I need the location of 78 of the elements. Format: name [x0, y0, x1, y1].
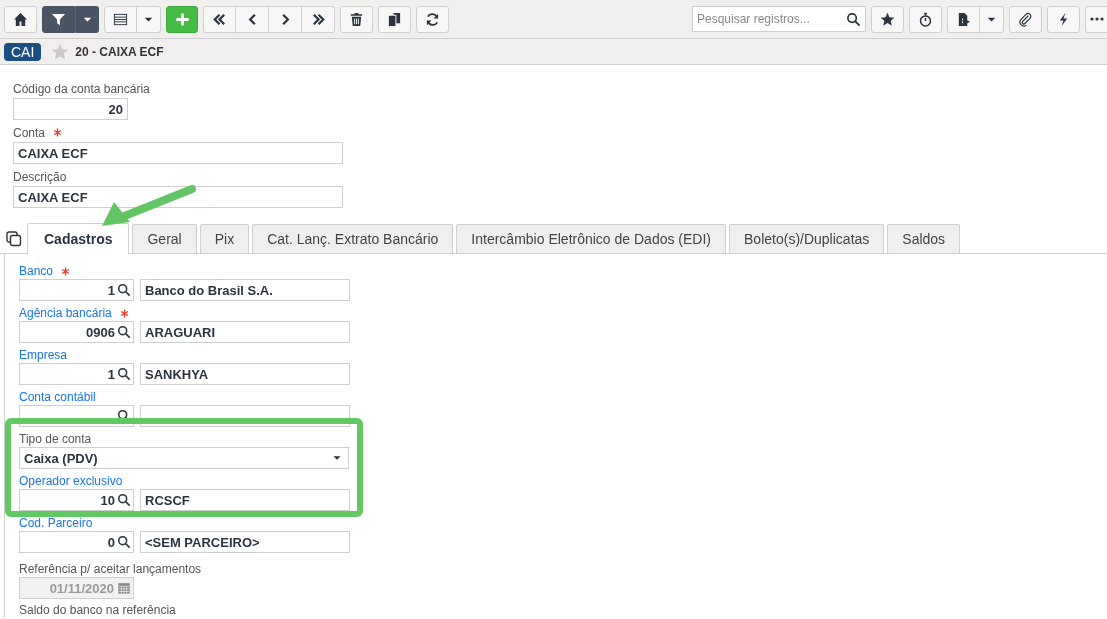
text-field[interactable]: Banco do Brasil S.A.: [140, 279, 350, 301]
field-link[interactable]: Empresa: [19, 348, 68, 362]
tab[interactable]: Boleto(s)/Duplicatas: [729, 224, 885, 253]
more-icon: [1090, 17, 1104, 21]
text-field[interactable]: 20: [13, 98, 128, 120]
field-label: Tipo de conta: [19, 432, 92, 446]
filter-button[interactable]: [42, 5, 75, 33]
code-field[interactable]: 0906: [19, 321, 134, 343]
calendar-icon: [117, 581, 131, 595]
last-record-button[interactable]: [302, 5, 335, 33]
field-link[interactable]: Conta contábil: [19, 390, 96, 404]
refresh-button[interactable]: [416, 5, 449, 33]
text-field[interactable]: RCSCF: [140, 489, 350, 511]
date-field: 01/11/2020: [19, 577, 134, 599]
duplicate-button[interactable]: [378, 5, 411, 33]
search-icon: [846, 12, 861, 27]
actions-button[interactable]: [1047, 5, 1080, 33]
plus-icon: [174, 11, 190, 27]
code-field[interactable]: 1: [19, 363, 134, 385]
code-field[interactable]: 0: [19, 531, 134, 553]
search-icon: [117, 493, 131, 507]
text-field[interactable]: <SEM PARCEIRO>: [140, 531, 350, 553]
field-label: Descrição: [13, 169, 67, 184]
copy-icon: [387, 11, 402, 27]
field-label: Saldo do banco na referência: [19, 603, 176, 617]
add-button[interactable]: [166, 5, 198, 33]
duplicate-icon: [6, 231, 22, 247]
field-link[interactable]: Operador exclusivo: [19, 474, 123, 488]
paperclip-icon: [1018, 11, 1033, 27]
double-chevron-right-icon: [310, 11, 326, 27]
code-field[interactable]: 10: [19, 489, 134, 511]
home-icon: [13, 11, 28, 27]
home-button[interactable]: [4, 5, 37, 33]
field-label: Referência p/ aceitar lançamentos: [19, 562, 202, 576]
search-icon: [117, 367, 131, 381]
delete-button[interactable]: [340, 5, 373, 33]
text-field[interactable]: ARAGUARI: [140, 321, 350, 343]
document-icon: [956, 11, 971, 27]
text-field[interactable]: CAIXA ECF: [13, 186, 343, 208]
code-field[interactable]: 1: [19, 279, 134, 301]
dropdown-button[interactable]: [75, 5, 99, 33]
filter-icon: [51, 11, 66, 27]
double-chevron-left-icon: [212, 11, 227, 27]
tab[interactable]: Geral: [132, 224, 197, 253]
previous-record-button[interactable]: [236, 5, 269, 33]
first-record-button[interactable]: [203, 5, 236, 33]
text-field[interactable]: SANKHYA: [140, 363, 350, 385]
tab[interactable]: Cadastros: [27, 223, 130, 254]
search-icon: [117, 283, 131, 297]
stopwatch-icon: [918, 11, 933, 27]
field-label: Conta: [13, 125, 46, 140]
field-link[interactable]: Banco: [19, 264, 54, 278]
next-record-button[interactable]: [269, 5, 302, 33]
star-icon[interactable]: [51, 42, 70, 61]
text-field[interactable]: CAIXA ECF: [13, 142, 343, 164]
timer-button[interactable]: [909, 5, 942, 33]
grid-view-button[interactable]: [104, 5, 137, 33]
grid-icon: [113, 11, 128, 27]
favorites-button[interactable]: [871, 5, 904, 33]
search-icon: [117, 325, 131, 339]
search-icon: [117, 535, 131, 549]
export-button[interactable]: [947, 5, 980, 33]
module-badge: CAI: [4, 42, 42, 61]
field-label: Código da conta bancária: [13, 81, 150, 96]
dropdown-field[interactable]: Caixa (PDV): [19, 447, 349, 469]
refresh-icon: [425, 11, 440, 27]
tab[interactable]: Saldos: [887, 224, 961, 253]
tab[interactable]: Cat. Lanç. Extrato Bancário: [252, 224, 454, 253]
tab[interactable]: Intercâmbio Eletrônico de Dados (EDI): [456, 224, 727, 253]
field-link[interactable]: Cod. Parceiro: [19, 516, 93, 530]
more-button[interactable]: [1085, 5, 1107, 33]
search-field[interactable]: Pesquisar registros...: [692, 6, 866, 32]
star-icon: [880, 11, 895, 27]
field-link[interactable]: Agência bancária: [19, 306, 112, 320]
tab[interactable]: Pix: [199, 224, 250, 253]
record-title: 20 - CAIXA ECF: [75, 44, 164, 59]
attach-button[interactable]: [1009, 5, 1042, 33]
trash-icon: [349, 11, 364, 27]
